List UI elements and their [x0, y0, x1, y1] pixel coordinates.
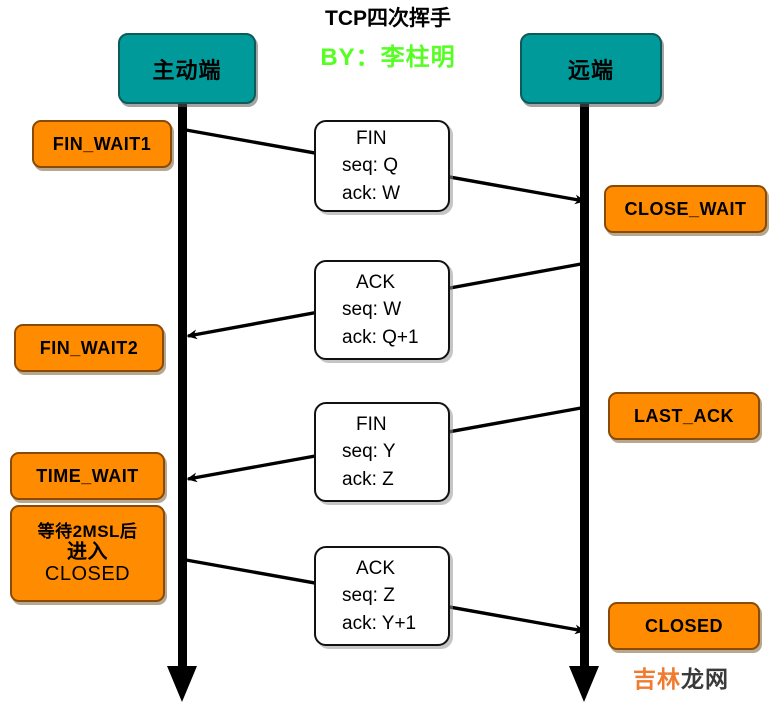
watermark-part1: 吉林 [633, 666, 681, 692]
diagram-canvas: TCP四次挥手 BY：李柱明 主动端 远端 FIN_WAIT1 FIN_WAIT… [0, 0, 776, 727]
state-last-ack[interactable]: LAST_ACK [608, 392, 760, 440]
endpoint-active-label: 主动端 [152, 57, 222, 83]
message-seq: seq: W [342, 299, 402, 321]
state-line-3: CLOSED [44, 563, 131, 586]
lifeline-left [178, 98, 187, 668]
message-seq: seq: Q [342, 155, 398, 177]
message-flag: FIN [356, 413, 387, 435]
message-box-3[interactable]: FIN seq: Y ack: Z [314, 402, 450, 502]
endpoint-remote[interactable]: 远端 [520, 33, 662, 104]
state-line-2: 进入 [67, 540, 108, 563]
message-ack: ack: W [342, 182, 401, 204]
message-seq: seq: Z [342, 585, 395, 607]
state-label: FIN_WAIT1 [52, 133, 152, 154]
message-flag: ACK [356, 557, 396, 579]
message-box-2[interactable]: ACK seq: W ack: Q+1 [314, 260, 450, 360]
state-close-wait[interactable]: CLOSE_WAIT [604, 185, 767, 233]
lifeline-right-arrowhead [569, 666, 599, 702]
state-time-wait[interactable]: TIME_WAIT [10, 452, 165, 500]
message-ack: ack: Q+1 [342, 326, 419, 348]
message-ack: ack: Z [342, 468, 394, 490]
message-box-4[interactable]: ACK seq: Z ack: Y+1 [314, 546, 450, 646]
endpoint-active[interactable]: 主动端 [118, 33, 256, 104]
state-closed[interactable]: CLOSED [608, 602, 760, 650]
state-label: CLOSE_WAIT [624, 198, 747, 219]
state-label: TIME_WAIT [36, 465, 139, 486]
message-ack: ack: Y+1 [342, 612, 417, 634]
endpoint-remote-label: 远端 [567, 57, 614, 83]
lifeline-left-arrowhead [167, 666, 197, 702]
watermark: 吉林龙网 [633, 660, 729, 694]
state-line-1: 等待2MSL后 [37, 521, 138, 541]
message-seq: seq: Y [342, 441, 396, 463]
state-fin-wait1[interactable]: FIN_WAIT1 [32, 120, 172, 168]
state-fin-wait2[interactable]: FIN_WAIT2 [14, 324, 164, 372]
state-label: FIN_WAIT2 [39, 337, 139, 358]
message-flag: FIN [356, 127, 387, 149]
message-flag: ACK [356, 271, 396, 293]
message-box-1[interactable]: FIN seq: Q ack: W [314, 120, 450, 212]
state-label: LAST_ACK [633, 405, 734, 426]
lifeline-right [580, 98, 589, 668]
page-title: TCP四次挥手 [325, 7, 451, 30]
state-label: CLOSED [644, 615, 723, 636]
watermark-part2: 龙网 [681, 666, 729, 692]
state-wait-2msl-closed[interactable]: 等待2MSL后 进入 CLOSED [10, 505, 165, 602]
